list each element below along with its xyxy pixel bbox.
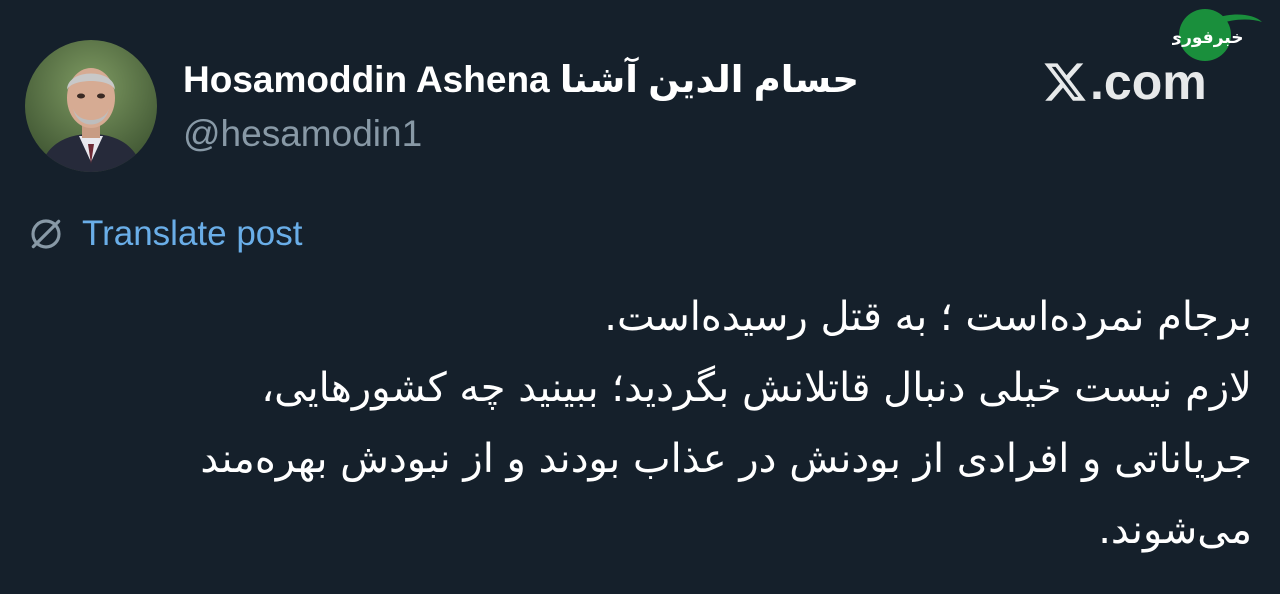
watermark-logo: خبرفوری — [1167, 4, 1264, 66]
post-line: می‌شوند. — [1098, 507, 1252, 553]
profile-photo — [25, 40, 157, 172]
post-line: جریاناتی و افرادی از بودنش در عذاب بودند… — [200, 436, 1252, 482]
author-display-name[interactable]: Hosamoddin Ashena حسام الدین آشنا — [183, 56, 859, 104]
post-line: لازم نیست خیلی دنبال قاتلانش بگردید؛ ببی… — [261, 365, 1252, 411]
post-text: برجام نمرده‌است ؛ به قتل رسیده‌است. لازم… — [40, 282, 1252, 566]
svg-text:خبرفوری: خبرفوری — [1172, 28, 1243, 48]
post-line: برجام نمرده‌است ؛ به قتل رسیده‌است. — [604, 294, 1252, 340]
x-logo-icon — [1044, 63, 1086, 101]
globe-translate-icon — [31, 219, 61, 249]
translate-post-button[interactable]: Translate post — [27, 212, 302, 256]
author-handle[interactable]: @hesamodin1 — [183, 110, 422, 158]
avatar[interactable] — [25, 40, 157, 172]
translate-post-label: Translate post — [82, 214, 303, 253]
